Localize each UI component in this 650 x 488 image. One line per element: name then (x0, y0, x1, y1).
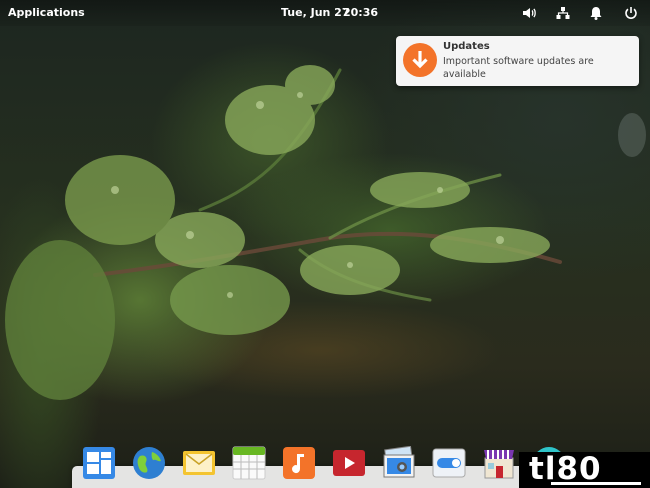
dock-app-appcenter[interactable] (482, 446, 516, 480)
panel-time[interactable]: 20:36 (343, 6, 378, 19)
toggle-switch-icon (432, 448, 466, 478)
applications-menu-button[interactable]: Applications (8, 6, 85, 19)
notifications-bell-icon[interactable] (588, 5, 604, 21)
dock-app-system-settings[interactable] (432, 446, 466, 480)
music-note-icon (283, 447, 315, 479)
dock-app-music[interactable] (282, 446, 316, 480)
dock-app-mail[interactable] (182, 446, 216, 480)
dock-app-calendar[interactable] (232, 446, 266, 480)
power-icon[interactable] (623, 5, 639, 21)
dock-app-photos[interactable] (382, 446, 416, 480)
updates-notification[interactable]: Updates Important software updates are a… (396, 36, 639, 86)
windows-grid-icon (83, 447, 115, 479)
envelope-icon (183, 451, 215, 475)
photos-icon (383, 446, 415, 478)
volume-icon[interactable] (521, 5, 537, 21)
globe-icon (133, 447, 165, 479)
panel-date[interactable]: Tue, Jun 27 (281, 6, 350, 19)
dock-app-web-browser[interactable] (132, 446, 166, 480)
watermark-underline (551, 482, 641, 485)
store-icon (484, 450, 514, 479)
calendar-icon (232, 446, 266, 480)
dock-app-multitasking-view[interactable] (82, 446, 116, 480)
download-arrow-icon (403, 43, 437, 77)
network-icon[interactable] (555, 5, 571, 21)
top-panel: Applications Tue, Jun 27 20:36 (0, 0, 650, 26)
play-icon (333, 450, 365, 476)
watermark-logo: tl80 (519, 451, 650, 488)
dock-app-videos[interactable] (332, 446, 366, 480)
notification-title: Updates (443, 41, 490, 52)
notification-body: Important software updates are available (443, 56, 594, 80)
